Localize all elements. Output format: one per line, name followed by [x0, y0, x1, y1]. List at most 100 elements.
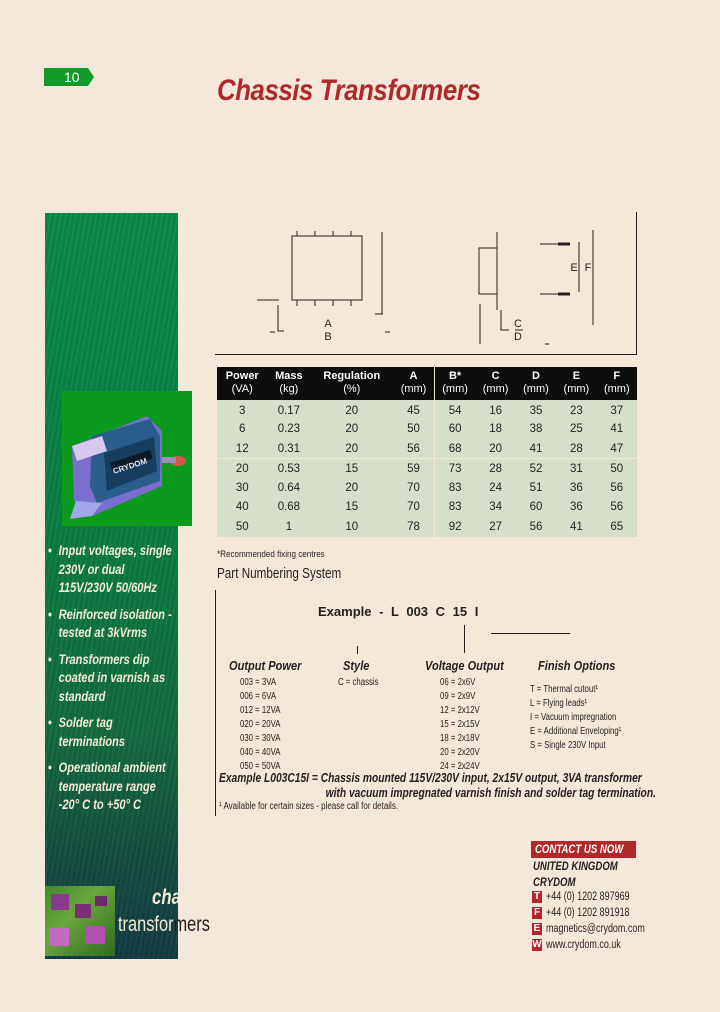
table-cell: 54 [433, 400, 476, 420]
code-item: S = Single 230V Input [530, 740, 606, 751]
table-cell: 16 [475, 400, 516, 420]
table-cell: 20 [310, 439, 394, 459]
code-item: 012 = 12VA [240, 705, 281, 716]
table-row: 50 1 10 78 92 27 56 41 65 [217, 517, 637, 537]
table-cell: 50 [596, 458, 637, 478]
table-row: 12 0.31 20 56 68 20 41 28 47 [217, 439, 637, 459]
col-header-mass: Mass (kg) [267, 367, 311, 400]
table-cell: 37 [596, 400, 637, 420]
heading-finish-options: Finish Options [538, 658, 616, 673]
table-cell: 3 [217, 400, 268, 420]
table-cell: 50 [217, 517, 268, 537]
code-item: 15 = 2x15V [440, 719, 480, 730]
col-header-e: E (mm) [556, 367, 597, 400]
code-item: I = Vacuum impregnation [530, 712, 617, 723]
table-cell: 41 [596, 419, 637, 439]
table-cell: 1 [267, 517, 311, 537]
table-cell: 20 [310, 400, 394, 420]
voltage-connector-line [464, 625, 465, 653]
table-cell: 56 [393, 439, 435, 459]
feature-item: • Operational ambient temperature range -… [48, 760, 166, 812]
table-cell: 92 [433, 517, 476, 537]
col-header-power: Power (VA) [217, 367, 268, 400]
page-number-tab: 10 [44, 68, 94, 86]
example-description: Example L003C15I = Chassis mounted 115V/… [219, 771, 656, 800]
table-row: 40 0.68 15 70 83 34 60 36 56 [217, 497, 637, 517]
table-header-row: Power (VA) Mass (kg) Regulation (%) A (mm) B… [217, 367, 637, 400]
table-cell: 27 [475, 517, 516, 537]
col-header-a: A (mm) [393, 367, 435, 400]
contact-fax[interactable]: F +44 (0) 1202 891918 [532, 907, 653, 921]
col-header-f: F (mm) [596, 367, 637, 400]
table-cell: 0.23 [267, 419, 311, 439]
table-cell: 20 [217, 458, 268, 478]
table-cell: 31 [556, 458, 597, 478]
finish-connector-line [491, 633, 570, 634]
code-item: 030 = 30VA [240, 733, 281, 744]
col-header-c: C (mm) [475, 367, 516, 400]
style-list: C = chassis [338, 676, 379, 690]
dim-label-f: F [585, 262, 592, 274]
table-cell: 60 [433, 419, 476, 439]
side-view-body [478, 247, 498, 295]
dim-label-d: D [514, 331, 522, 343]
table-cell: 38 [515, 419, 557, 439]
page-number: 10 [64, 69, 80, 85]
contact-phone[interactable]: T +44 (0) 1202 897969 [532, 891, 653, 905]
heading-style: Style [343, 658, 370, 673]
brand-word-transformers: transformers [118, 913, 210, 936]
table-cell: 18 [475, 419, 516, 439]
table-cell: 70 [393, 478, 435, 498]
table-cell: 52 [515, 458, 557, 478]
contact-website[interactable]: Wwww.crydom.co.uk [532, 939, 642, 953]
table-cell: 36 [556, 497, 597, 517]
table-cell: 30 [217, 478, 268, 498]
contact-email[interactable]: Emagnetics@crydom.com [532, 923, 673, 937]
code-item: 12 = 2x12V [440, 705, 480, 716]
table-cell: 36 [556, 478, 597, 498]
table-cell: 34 [475, 497, 516, 517]
bullet-icon: • [48, 651, 52, 667]
table-cell: 20 [475, 439, 516, 459]
dimension-diagram: A B C D E F [257, 230, 594, 345]
spec-table: Power (VA) Mass (kg) Regulation (%) A (mm) B… [217, 367, 637, 537]
table-cell: 40 [217, 497, 268, 517]
code-item: T = Thermal cutout¹ [530, 684, 598, 695]
phone-icon: T [532, 891, 542, 903]
finish-options-list: T = Thermal cutout¹ L = Flying leads¹ I = … [530, 683, 621, 753]
code-item: E = Additional Enveloping¹ [530, 726, 622, 737]
dim-label-e: E [570, 262, 577, 274]
dim-label-a: A [324, 318, 332, 330]
table-cell: 56 [515, 517, 557, 537]
code-item: 003 = 3VA [240, 677, 277, 688]
table-cell: 60 [515, 497, 557, 517]
dim-label-b: B [324, 331, 331, 343]
contact-company: CRYDOM [533, 875, 576, 889]
col-header-b: B* (mm) [433, 367, 476, 400]
style-connector-line [357, 646, 358, 654]
code-item: 006 = 6VA [240, 691, 277, 702]
table-cell: 23 [556, 400, 597, 420]
col-header-d: D (mm) [515, 367, 557, 400]
page-title: Chassis Transformers [217, 74, 481, 107]
table-cell: 6 [217, 419, 268, 439]
table-cell: 41 [515, 439, 557, 459]
feature-item: • Transformers dip coated in varnish as s… [48, 651, 166, 704]
contact-heading: CONTACT US NOW [531, 841, 636, 858]
table-cell: 65 [596, 517, 637, 537]
table-cell: 83 [433, 478, 476, 498]
table-cell: 68 [433, 439, 476, 459]
table-cell: 35 [515, 400, 557, 420]
table-cell: 12 [217, 439, 268, 459]
table-cell: 20 [310, 478, 394, 498]
table-cell: 47 [596, 439, 637, 459]
part-numbering-title: Part Numbering System [217, 565, 342, 582]
table-cell: 0.64 [267, 478, 311, 498]
table-cell: 24 [475, 478, 516, 498]
code-item: 09 = 2x9V [440, 691, 476, 702]
table-cell: 73 [433, 458, 476, 478]
bullet-icon: • [48, 606, 52, 622]
table-row: 30 0.64 20 70 83 24 51 36 56 [217, 478, 637, 498]
bullet-icon: • [48, 715, 52, 730]
table-row: 6 0.23 20 50 60 18 38 25 41 [217, 419, 637, 439]
